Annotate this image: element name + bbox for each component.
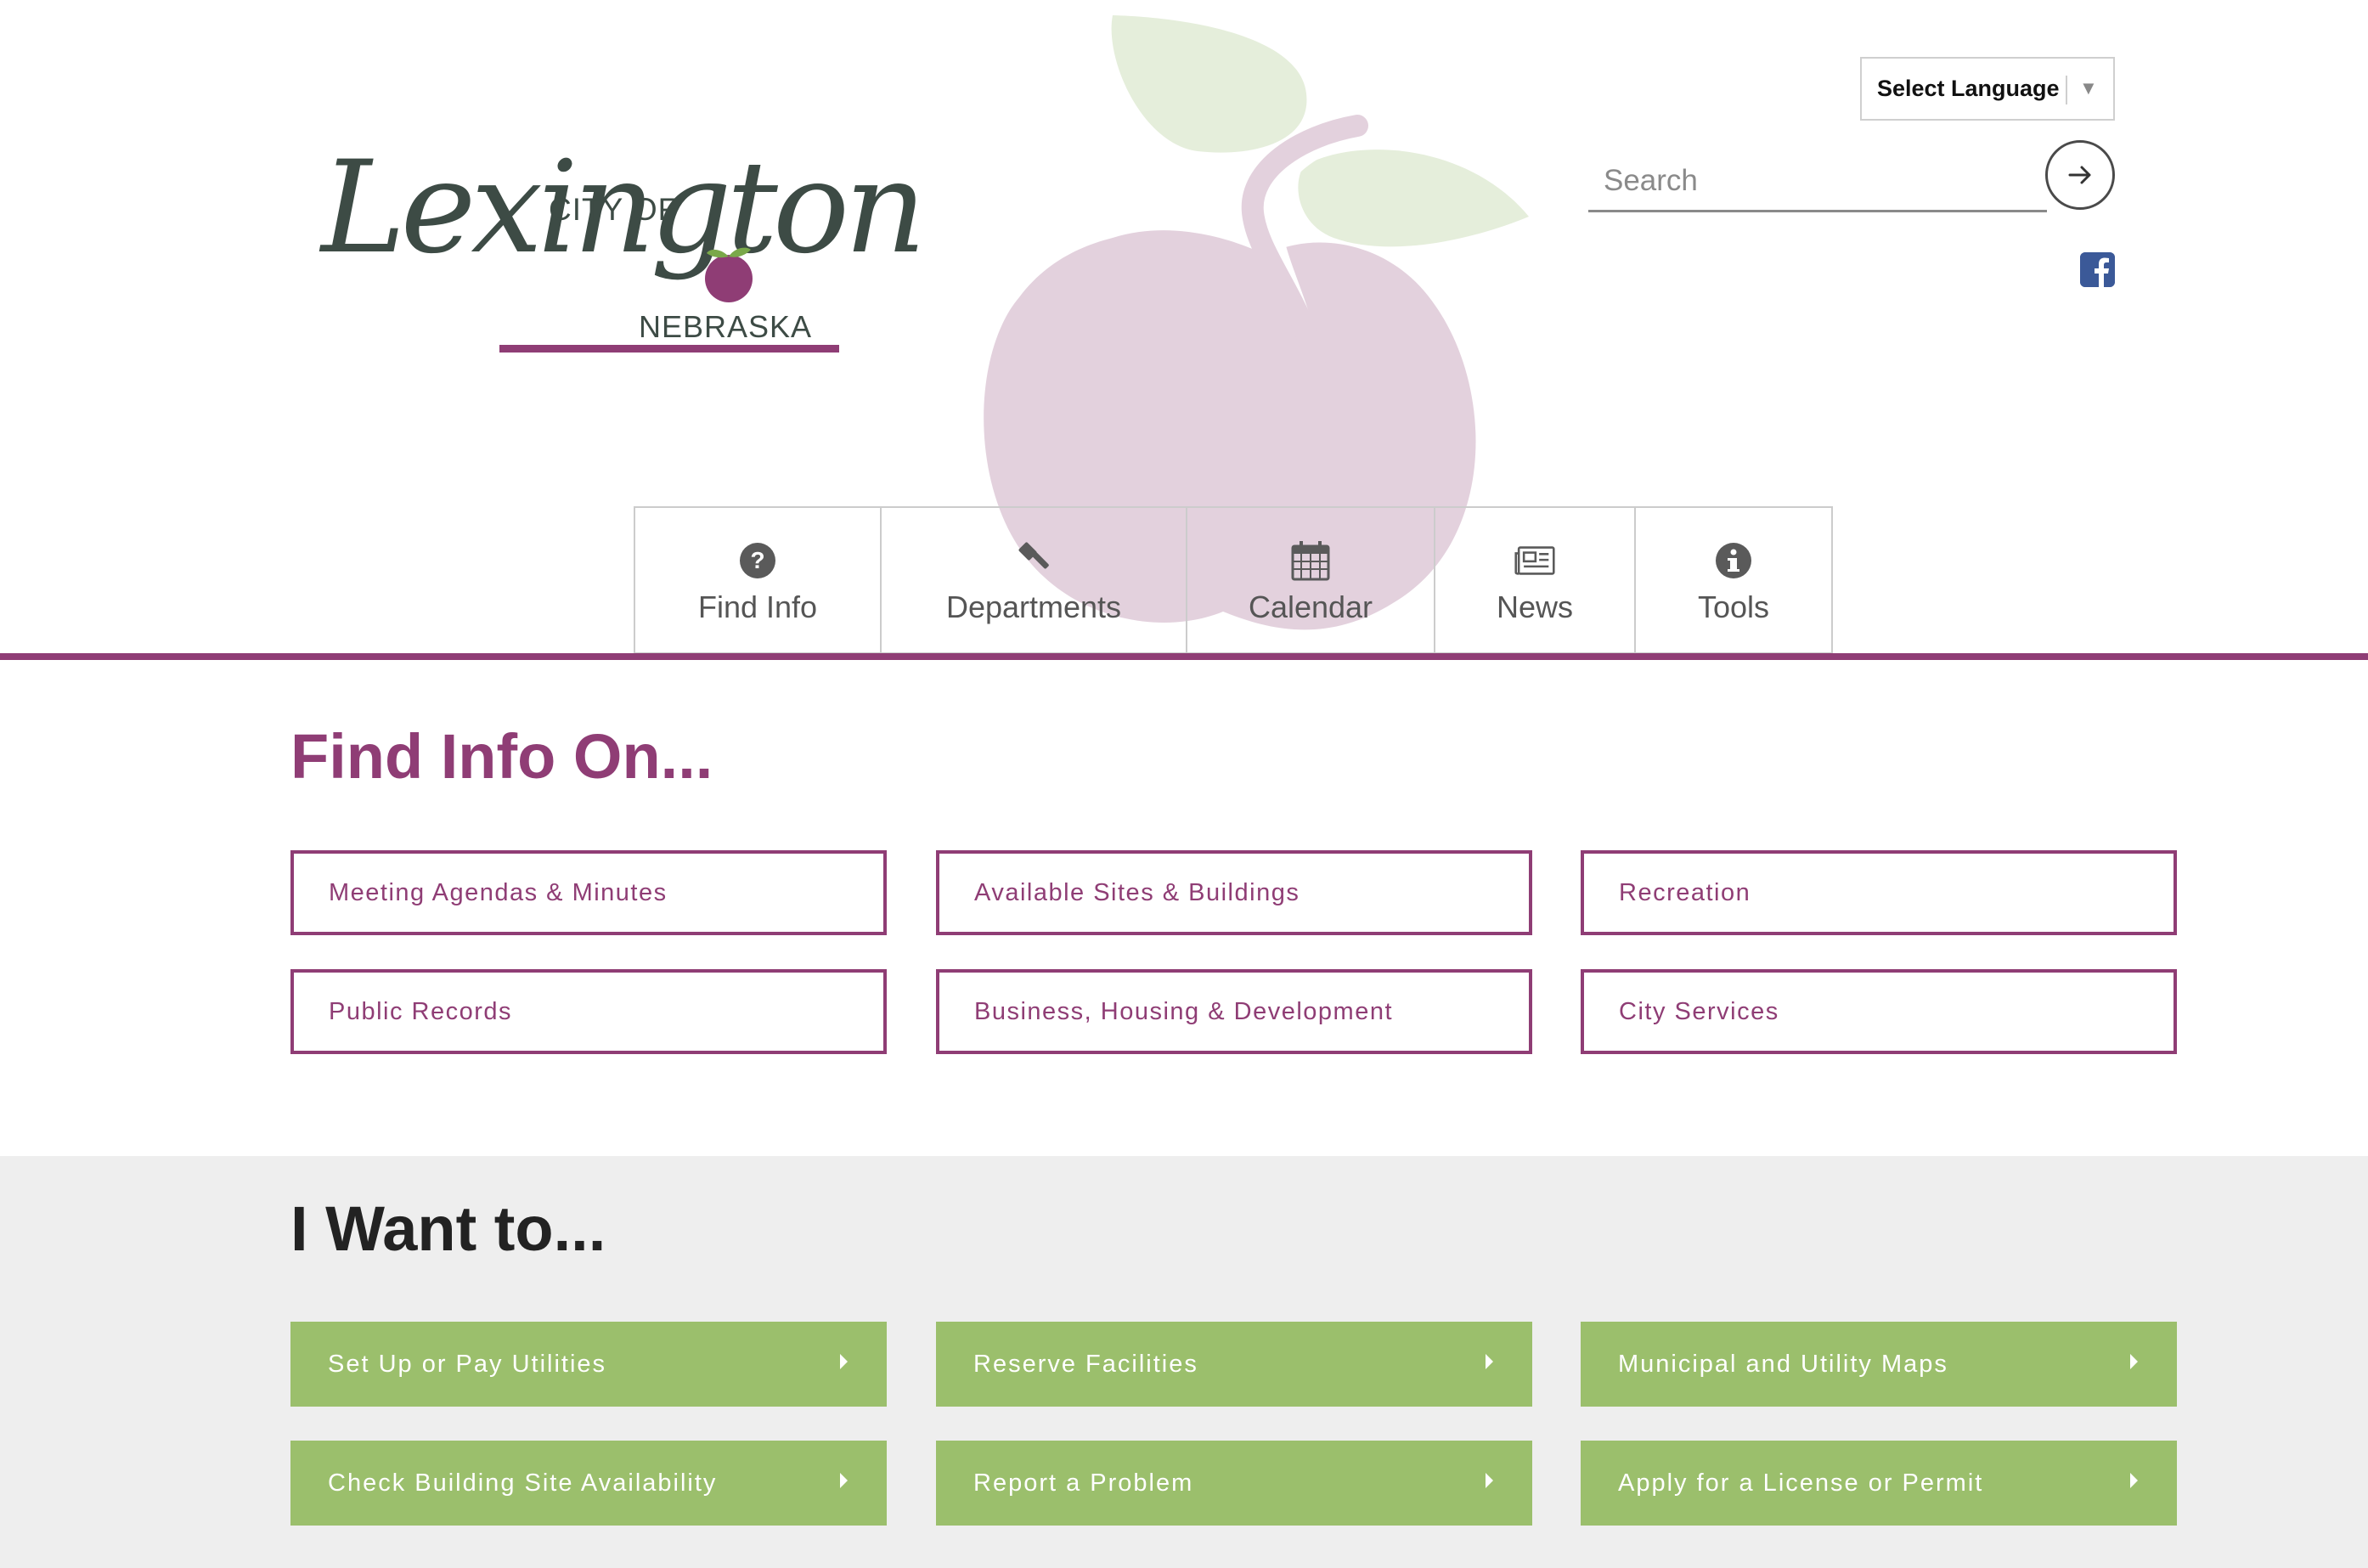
nav-item-find-info[interactable]: ? Find Info [634, 506, 880, 654]
search-submit-button[interactable] [2045, 140, 2115, 210]
find-info-link[interactable]: Available Sites & Buildings [936, 850, 1532, 935]
i-want-to-link[interactable]: Report a Problem [936, 1441, 1532, 1526]
calendar-icon [1290, 540, 1331, 581]
find-info-link-label: Meeting Agendas & Minutes [329, 878, 668, 906]
question-circle-icon: ? [737, 540, 778, 581]
gavel-icon [1013, 540, 1054, 581]
find-info-link-label: Recreation [1619, 878, 1751, 906]
i-want-to-link[interactable]: Set Up or Pay Utilities [290, 1322, 887, 1407]
main-nav: ? Find Info Departments Calendar News To… [634, 506, 1833, 654]
find-info-link-label: City Services [1619, 997, 1779, 1025]
logo-apple-icon [705, 247, 753, 302]
i-want-to-link-label: Reserve Facilities [973, 1350, 1198, 1378]
caret-right-icon [2130, 1473, 2138, 1488]
nav-label: News [1496, 589, 1574, 624]
nav-label: Tools [1697, 589, 1770, 624]
language-select-divider [2066, 76, 2067, 104]
i-want-to-link-label: Municipal and Utility Maps [1618, 1350, 1948, 1378]
i-want-to-link[interactable]: Apply for a License or Permit [1581, 1441, 2177, 1526]
find-info-link[interactable]: City Services [1581, 969, 2177, 1054]
find-info-link[interactable]: Recreation [1581, 850, 2177, 935]
nav-divider [0, 653, 2368, 660]
i-want-to-link[interactable]: Check Building Site Availability [290, 1441, 887, 1526]
logo-state: NEBRASKA [639, 309, 813, 344]
triangle-down-icon: ▼ [2079, 77, 2098, 99]
find-info-link[interactable]: Meeting Agendas & Minutes [290, 850, 887, 935]
i-want-to-link[interactable]: Municipal and Utility Maps [1581, 1322, 2177, 1407]
info-circle-icon [1713, 540, 1754, 581]
nav-item-departments[interactable]: Departments [880, 506, 1186, 654]
nav-item-tools[interactable]: Tools [1634, 506, 1833, 654]
i-want-to-link[interactable]: Reserve Facilities [936, 1322, 1532, 1407]
arrow-right-icon [2068, 166, 2091, 184]
caret-right-icon [2130, 1354, 2138, 1369]
caret-right-icon [840, 1354, 848, 1369]
nav-label: Departments [945, 589, 1122, 624]
facebook-icon[interactable] [2080, 252, 2115, 287]
find-info-link-label: Business, Housing & Development [974, 997, 1394, 1025]
svg-text:?: ? [750, 547, 764, 573]
language-select-label: Select Language [1877, 76, 2060, 101]
search-input[interactable] [1588, 151, 2047, 212]
find-info-heading: Find Info On... [290, 721, 713, 792]
nav-item-calendar[interactable]: Calendar [1186, 506, 1434, 654]
i-want-to-link-label: Check Building Site Availability [328, 1469, 718, 1497]
i-want-to-link-label: Report a Problem [973, 1469, 1194, 1497]
i-want-to-link-label: Apply for a License or Permit [1618, 1469, 1984, 1497]
find-info-link-label: Available Sites & Buildings [974, 878, 1300, 906]
caret-right-icon [840, 1473, 848, 1488]
newspaper-icon [1514, 540, 1555, 581]
find-info-link[interactable]: Public Records [290, 969, 887, 1054]
find-info-link-label: Public Records [329, 997, 513, 1025]
caret-right-icon [1486, 1354, 1493, 1369]
city-logo[interactable]: Lexington CITY OF NEBRASKA [321, 136, 927, 365]
logo-underline [499, 345, 839, 353]
caret-right-icon [1486, 1473, 1493, 1488]
logo-city-of: CITY OF [549, 192, 679, 227]
nav-item-news[interactable]: News [1434, 506, 1634, 654]
language-select[interactable]: Select Language ▼ [1860, 57, 2115, 121]
i-want-to-heading: I Want to... [290, 1193, 606, 1264]
site-header: Lexington CITY OF NEBRASKA Select Langua… [0, 0, 2368, 661]
i-want-to-link-label: Set Up or Pay Utilities [328, 1350, 607, 1378]
nav-label: Find Info [697, 589, 818, 624]
find-info-link[interactable]: Business, Housing & Development [936, 969, 1532, 1054]
nav-label: Calendar [1248, 589, 1373, 624]
